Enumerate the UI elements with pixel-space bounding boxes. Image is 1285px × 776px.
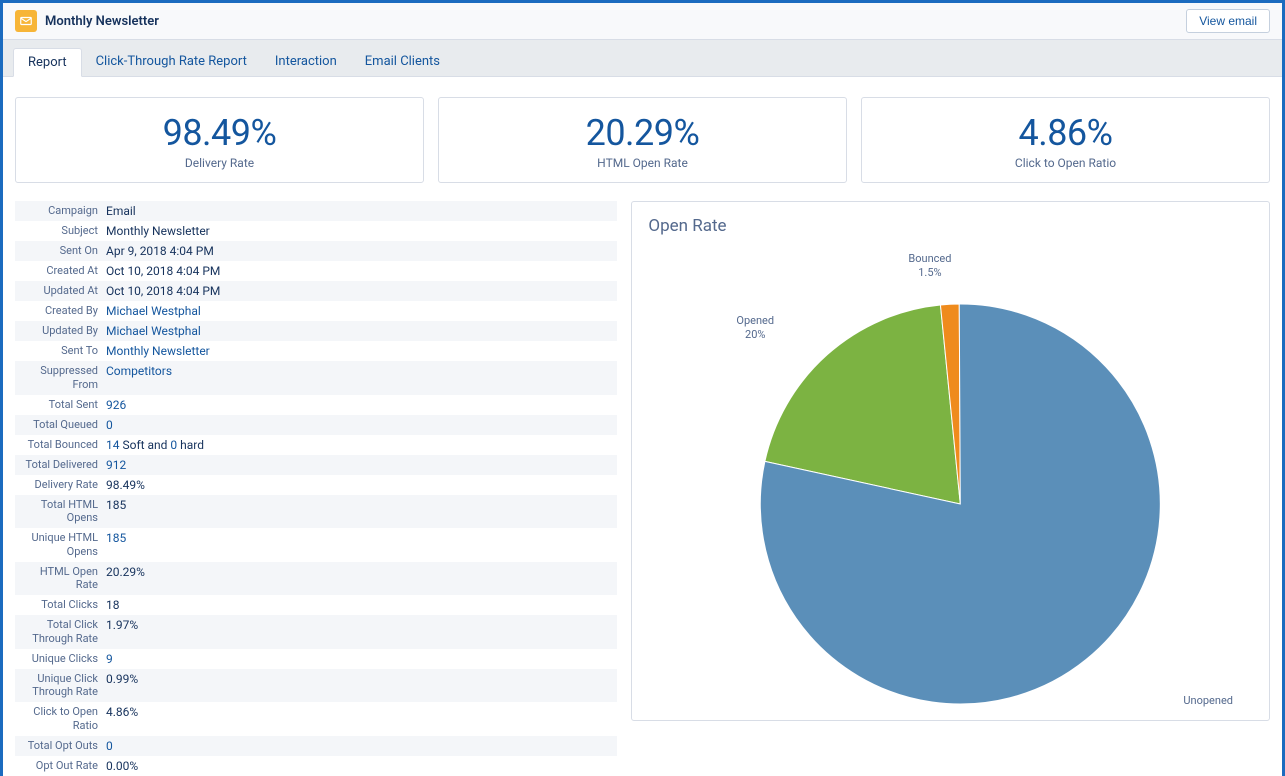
tab-email-clients[interactable]: Email Clients <box>351 48 454 76</box>
kpi-delivery-rate: 98.49% Delivery Rate <box>15 97 424 183</box>
label-total-queued: Total Queued <box>21 418 106 432</box>
value-campaign: Email <box>106 204 611 218</box>
kpi-click-to-open-label: Click to Open Ratio <box>862 156 1269 170</box>
open-rate-chart-panel: Open Rate Bounced1.5% Opened20% Unopened <box>631 201 1270 721</box>
label-html-open-rate: HTML Open Rate <box>21 565 106 593</box>
kpi-html-open-rate-value: 20.29% <box>439 112 846 154</box>
tab-click-through-rate-report[interactable]: Click-Through Rate Report <box>82 48 261 76</box>
label-sent-on: Sent On <box>21 244 106 258</box>
value-sent-on: Apr 9, 2018 4:04 PM <box>106 244 611 258</box>
label-sent-to: Sent To <box>21 344 106 358</box>
value-unique-click-through-rate: 0.99% <box>106 672 611 686</box>
view-email-button[interactable]: View email <box>1186 9 1270 33</box>
label-suppressed-from: Suppressed From <box>21 364 106 392</box>
details-table: CampaignEmail SubjectMonthly Newsletter … <box>15 201 617 776</box>
pie-label-opened: Opened20% <box>736 314 774 343</box>
value-updated-at: Oct 10, 2018 4:04 PM <box>106 284 611 298</box>
kpi-delivery-rate-label: Delivery Rate <box>16 156 423 170</box>
label-unique-html-opens: Unique HTML Opens <box>21 531 106 559</box>
kpi-click-to-open-value: 4.86% <box>862 112 1269 154</box>
tabs: Report Click-Through Rate Report Interac… <box>3 40 1282 77</box>
label-opt-out-rate: Opt Out Rate <box>21 759 106 773</box>
label-total-clicks: Total Clicks <box>21 598 106 612</box>
page-title: Monthly Newsletter <box>45 14 159 29</box>
link-unique-clicks[interactable]: 9 <box>106 652 113 666</box>
link-created-by[interactable]: Michael Westphal <box>106 304 201 318</box>
link-total-queued[interactable]: 0 <box>106 418 113 432</box>
value-total-html-opens: 185 <box>106 498 611 512</box>
pie-label-bounced: Bounced1.5% <box>908 252 951 281</box>
pie-label-unopened: Unopened <box>1183 694 1233 708</box>
value-total-click-through-rate: 1.97% <box>106 618 611 632</box>
value-created-at: Oct 10, 2018 4:04 PM <box>106 264 611 278</box>
email-icon <box>15 10 37 32</box>
link-soft-bounces[interactable]: 14 <box>106 438 120 452</box>
link-suppressed-from[interactable]: Competitors <box>106 364 172 378</box>
link-total-opt-outs[interactable]: 0 <box>106 739 113 753</box>
label-total-delivered: Total Delivered <box>21 458 106 472</box>
value-total-clicks: 18 <box>106 598 611 612</box>
label-created-at: Created At <box>21 264 106 278</box>
value-delivery-rate: 98.49% <box>106 478 611 492</box>
label-total-bounced: Total Bounced <box>21 438 106 452</box>
label-total-html-opens: Total HTML Opens <box>21 498 106 526</box>
kpi-html-open-rate: 20.29% HTML Open Rate <box>438 97 847 183</box>
label-updated-by: Updated By <box>21 324 106 338</box>
value-html-open-rate: 20.29% <box>106 565 611 579</box>
label-updated-at: Updated At <box>21 284 106 298</box>
label-unique-clicks: Unique Clicks <box>21 652 106 666</box>
value-total-bounced: 14 Soft and 0 hard <box>106 438 611 452</box>
label-unique-click-through-rate: Unique Click Through Rate <box>21 672 106 700</box>
label-total-opt-outs: Total Opt Outs <box>21 739 106 753</box>
kpi-html-open-rate-label: HTML Open Rate <box>439 156 846 170</box>
kpi-click-to-open: 4.86% Click to Open Ratio <box>861 97 1270 183</box>
label-delivery-rate: Delivery Rate <box>21 478 106 492</box>
label-subject: Subject <box>21 224 106 238</box>
label-campaign: Campaign <box>21 204 106 218</box>
value-click-to-open-ratio: 4.86% <box>106 705 611 719</box>
chart-title: Open Rate <box>648 216 1253 236</box>
link-updated-by[interactable]: Michael Westphal <box>106 324 201 338</box>
kpi-delivery-rate-value: 98.49% <box>16 112 423 154</box>
label-total-click-through-rate: Total Click Through Rate <box>21 618 106 646</box>
open-rate-pie-chart <box>648 244 1253 704</box>
tab-report[interactable]: Report <box>13 48 82 77</box>
label-created-by: Created By <box>21 304 106 318</box>
link-total-delivered[interactable]: 912 <box>106 458 126 472</box>
link-sent-to[interactable]: Monthly Newsletter <box>106 344 210 358</box>
page-header: Monthly Newsletter View email <box>3 3 1282 40</box>
link-total-sent[interactable]: 926 <box>106 398 126 412</box>
value-opt-out-rate: 0.00% <box>106 759 611 773</box>
tab-interaction[interactable]: Interaction <box>261 48 351 76</box>
label-click-to-open-ratio: Click to Open Ratio <box>21 705 106 733</box>
value-subject: Monthly Newsletter <box>106 224 611 238</box>
link-unique-html-opens[interactable]: 185 <box>106 531 126 545</box>
label-total-sent: Total Sent <box>21 398 106 412</box>
kpi-row: 98.49% Delivery Rate 20.29% HTML Open Ra… <box>15 97 1270 183</box>
